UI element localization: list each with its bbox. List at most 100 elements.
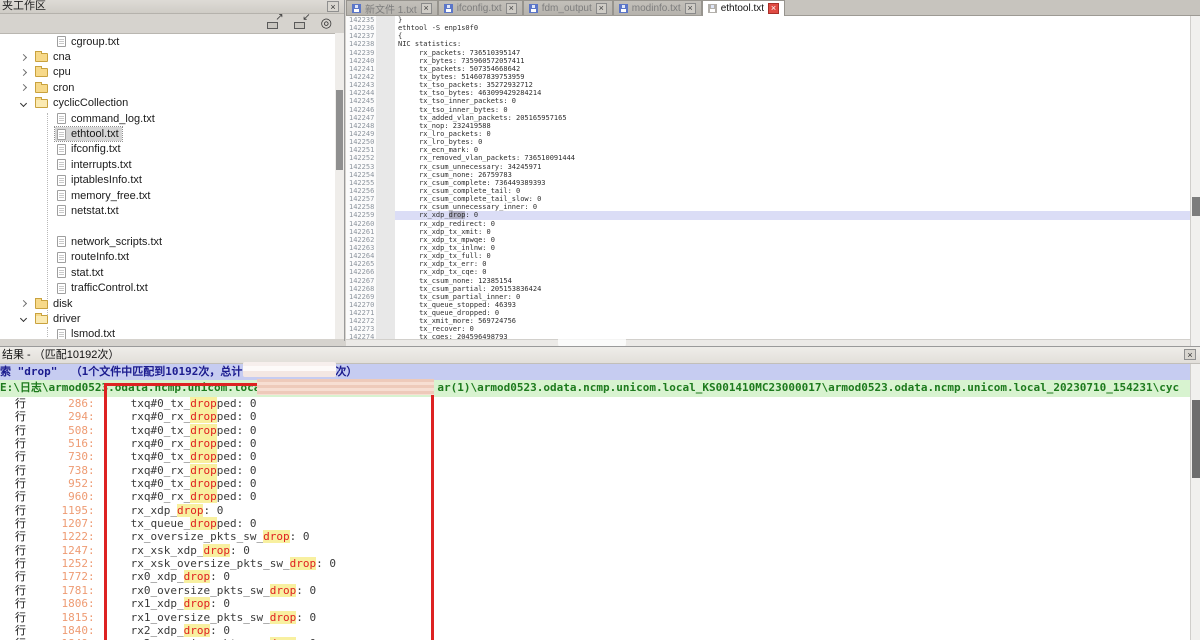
tree-item-trafficControl.txt[interactable]: trafficControl.txt: [0, 280, 336, 295]
tree-item-command_log.txt[interactable]: command_log.txt: [0, 111, 336, 126]
editor-scrollbar-thumb[interactable]: [1192, 197, 1200, 216]
editor-line[interactable]: 142256 rx_csum_complete_tail: 0: [346, 187, 1190, 195]
result-row[interactable]: 行508:txq#0_tx_dropped: 0: [0, 424, 1190, 437]
editor-body[interactable]: 142235}142236ethtool -S enp1s0f0142237{1…: [346, 16, 1190, 348]
editor-line[interactable]: 142248 tx_nop: 232419588: [346, 122, 1190, 130]
result-row[interactable]: 行1840:rx2_xdp_drop: 0: [0, 624, 1190, 637]
editor-horizontal-scrollbar[interactable]: [346, 339, 1190, 346]
editor-line[interactable]: 142272 tx_xmit_more: 569724756: [346, 317, 1190, 325]
tree-item-netstat.txt[interactable]: netstat.txt: [0, 203, 336, 218]
chevron-right-icon[interactable]: [20, 84, 27, 91]
editor-line[interactable]: 142251 rx_ecn_mark: 0: [346, 146, 1190, 154]
result-row[interactable]: 行1207:tx_queue_dropped: 0: [0, 517, 1190, 530]
editor-line[interactable]: 142237{: [346, 32, 1190, 40]
editor-line[interactable]: 142244 tx_tso_bytes: 463099429284214: [346, 89, 1190, 97]
close-icon[interactable]: ×: [506, 3, 517, 14]
results-scrollbar[interactable]: [1190, 364, 1200, 640]
tree-item-interrupts.txt[interactable]: interrupts.txt: [0, 157, 336, 172]
result-row[interactable]: 行1806:rx1_xdp_drop: 0: [0, 597, 1190, 610]
result-row[interactable]: 行730:txq#0_tx_dropped: 0: [0, 450, 1190, 463]
chevron-down-icon[interactable]: [20, 315, 27, 322]
editor-line[interactable]: 142268 tx_csum_partial: 205153836424: [346, 285, 1190, 293]
chevron-down-icon[interactable]: [20, 100, 27, 107]
tree-item-cyclicCollection[interactable]: cyclicCollection: [0, 96, 336, 111]
close-icon[interactable]: ×: [768, 3, 779, 14]
editor-line[interactable]: 142269 tx_csum_partial_inner: 0: [346, 293, 1190, 301]
search-file-path-line[interactable]: E:\日志\armod0523.odata.ncmp.unicom.locaar…: [0, 380, 1200, 397]
editor-line[interactable]: 142263 rx_xdp_tx_inlnw: 0: [346, 244, 1190, 252]
tree-item-ifconfig.txt[interactable]: ifconfig.txt: [0, 142, 336, 157]
chevron-right-icon[interactable]: [20, 300, 27, 307]
editor-vertical-scrollbar[interactable]: [1190, 16, 1200, 346]
editor-line[interactable]: 142247 tx_added_vlan_packets: 2051659571…: [346, 114, 1190, 122]
editor-line[interactable]: 142257 rx_csum_complete_tail_slow: 0: [346, 195, 1190, 203]
tree-item-iptablesInfo.txt[interactable]: iptablesInfo.txt: [0, 173, 336, 188]
editor-line[interactable]: 142240 rx_bytes: 735960572057411: [346, 57, 1190, 65]
tree-item-disk[interactable]: disk: [0, 296, 336, 311]
editor-line[interactable]: 142265 rx_xdp_tx_err: 0: [346, 260, 1190, 268]
editor-line[interactable]: 142264 rx_xdp_tx_full: 0: [346, 252, 1190, 260]
editor-line[interactable]: 142262 rx_xdp_tx_mpwqe: 0: [346, 236, 1190, 244]
editor-line[interactable]: 142235}: [346, 16, 1190, 24]
tree-item-cron[interactable]: cron: [0, 80, 336, 95]
chevron-right-icon[interactable]: [20, 69, 27, 76]
tree-item-cgroup.txt[interactable]: cgroup.txt: [0, 34, 336, 49]
tab-ifconfig.txt[interactable]: ifconfig.txt×: [438, 0, 523, 15]
tab-新文件 1.txt[interactable]: 新文件 1.txt×: [346, 0, 438, 15]
result-row[interactable]: 行516:rxq#0_rx_dropped: 0: [0, 437, 1190, 450]
tree-scrollbar-thumb[interactable]: [336, 90, 343, 170]
editor-line[interactable]: 142241 tx_packets: 507354668642: [346, 65, 1190, 73]
result-row[interactable]: 行960:rxq#0_rx_dropped: 0: [0, 490, 1190, 503]
editor-line[interactable]: 142252 rx_removed_vlan_packets: 73651009…: [346, 154, 1190, 162]
result-row[interactable]: 行1815:rx1_oversize_pkts_sw_drop: 0: [0, 611, 1190, 624]
close-icon[interactable]: ×: [421, 3, 432, 14]
result-row[interactable]: 行1772:rx0_xdp_drop: 0: [0, 570, 1190, 583]
editor-line[interactable]: 142259 rx_xdp_drop: 0: [346, 211, 1190, 219]
tree-scrollbar[interactable]: [335, 33, 344, 339]
editor-line[interactable]: 142261 rx_xdp_tx_xmit: 0: [346, 228, 1190, 236]
collapse-all-icon[interactable]: ↙: [294, 16, 310, 29]
result-row[interactable]: 行1781:rx0_oversize_pkts_sw_drop: 0: [0, 584, 1190, 597]
tree-item-lsmod.txt[interactable]: lsmod.txt: [0, 327, 336, 339]
result-row[interactable]: 行738:rxq#0_rx_dropped: 0: [0, 464, 1190, 477]
editor-line[interactable]: 142270 tx_queue_stopped: 46393: [346, 301, 1190, 309]
result-row[interactable]: 行286:txq#0_tx_dropped: 0: [0, 397, 1190, 410]
editor-line[interactable]: 142249 rx_lro_packets: 0: [346, 130, 1190, 138]
tab-modinfo.txt[interactable]: modinfo.txt×: [613, 0, 702, 15]
tree-item-routeInfo.txt[interactable]: routeInfo.txt: [0, 250, 336, 265]
close-icon[interactable]: ×: [327, 1, 339, 12]
editor-line[interactable]: 142253 rx_csum_unnecessary: 34245971: [346, 163, 1190, 171]
editor-line[interactable]: 142236ethtool -S enp1s0f0: [346, 24, 1190, 32]
editor-line[interactable]: 142243 tx_tso_packets: 35272932712: [346, 81, 1190, 89]
editor-line[interactable]: 142254 rx_csum_none: 26759783: [346, 171, 1190, 179]
result-row[interactable]: 行1195:rx_xdp_drop: 0: [0, 504, 1190, 517]
editor-line[interactable]: 142258 rx_csum_unnecessary_inner: 0: [346, 203, 1190, 211]
tree-item-cpu[interactable]: cpu: [0, 65, 336, 80]
editor-line[interactable]: 142246 tx_tso_inner_bytes: 0: [346, 106, 1190, 114]
editor-line[interactable]: 142266 rx_xdp_tx_cqe: 0: [346, 268, 1190, 276]
result-row[interactable]: 行1252:rx_xsk_oversize_pkts_sw_drop: 0: [0, 557, 1190, 570]
tree-item-driver[interactable]: driver: [0, 311, 336, 326]
editor-line[interactable]: 142238NIC statistics:: [346, 40, 1190, 48]
editor-line[interactable]: 142260 rx_xdp_redirect: 0: [346, 220, 1190, 228]
tab-ethtool.txt[interactable]: ethtool.txt×: [702, 0, 785, 16]
editor-line[interactable]: 142271 tx_queue_dropped: 0: [346, 309, 1190, 317]
editor-line[interactable]: 142267 tx_csum_none: 12385154: [346, 277, 1190, 285]
close-icon[interactable]: ×: [1184, 349, 1196, 360]
tree-item-network_scripts.txt[interactable]: network_scripts.txt: [0, 234, 336, 249]
editor-line[interactable]: 142250 rx_lro_bytes: 0: [346, 138, 1190, 146]
tab-fdm_output[interactable]: fdm_output×: [523, 0, 613, 15]
tree-item-cna[interactable]: cna: [0, 49, 336, 64]
tree-item-stat.txt[interactable]: stat.txt: [0, 265, 336, 280]
editor-line[interactable]: 142255 rx_csum_complete: 736449389393: [346, 179, 1190, 187]
editor-line[interactable]: 142242 tx_bytes: 514607839753959: [346, 73, 1190, 81]
close-icon[interactable]: ×: [596, 3, 607, 14]
results-scrollbar-thumb[interactable]: [1192, 400, 1200, 478]
editor-line[interactable]: 142239 rx_packets: 736510395147: [346, 49, 1190, 57]
editor-line[interactable]: 142245 tx_tso_inner_packets: 0: [346, 97, 1190, 105]
tree-item-memory_free.txt[interactable]: memory_free.txt: [0, 188, 336, 203]
result-row[interactable]: 行294:rxq#0_rx_dropped: 0: [0, 410, 1190, 423]
result-row[interactable]: 行952:txq#0_tx_dropped: 0: [0, 477, 1190, 490]
expand-all-icon[interactable]: ↗: [267, 16, 283, 29]
chevron-right-icon[interactable]: [20, 54, 27, 61]
